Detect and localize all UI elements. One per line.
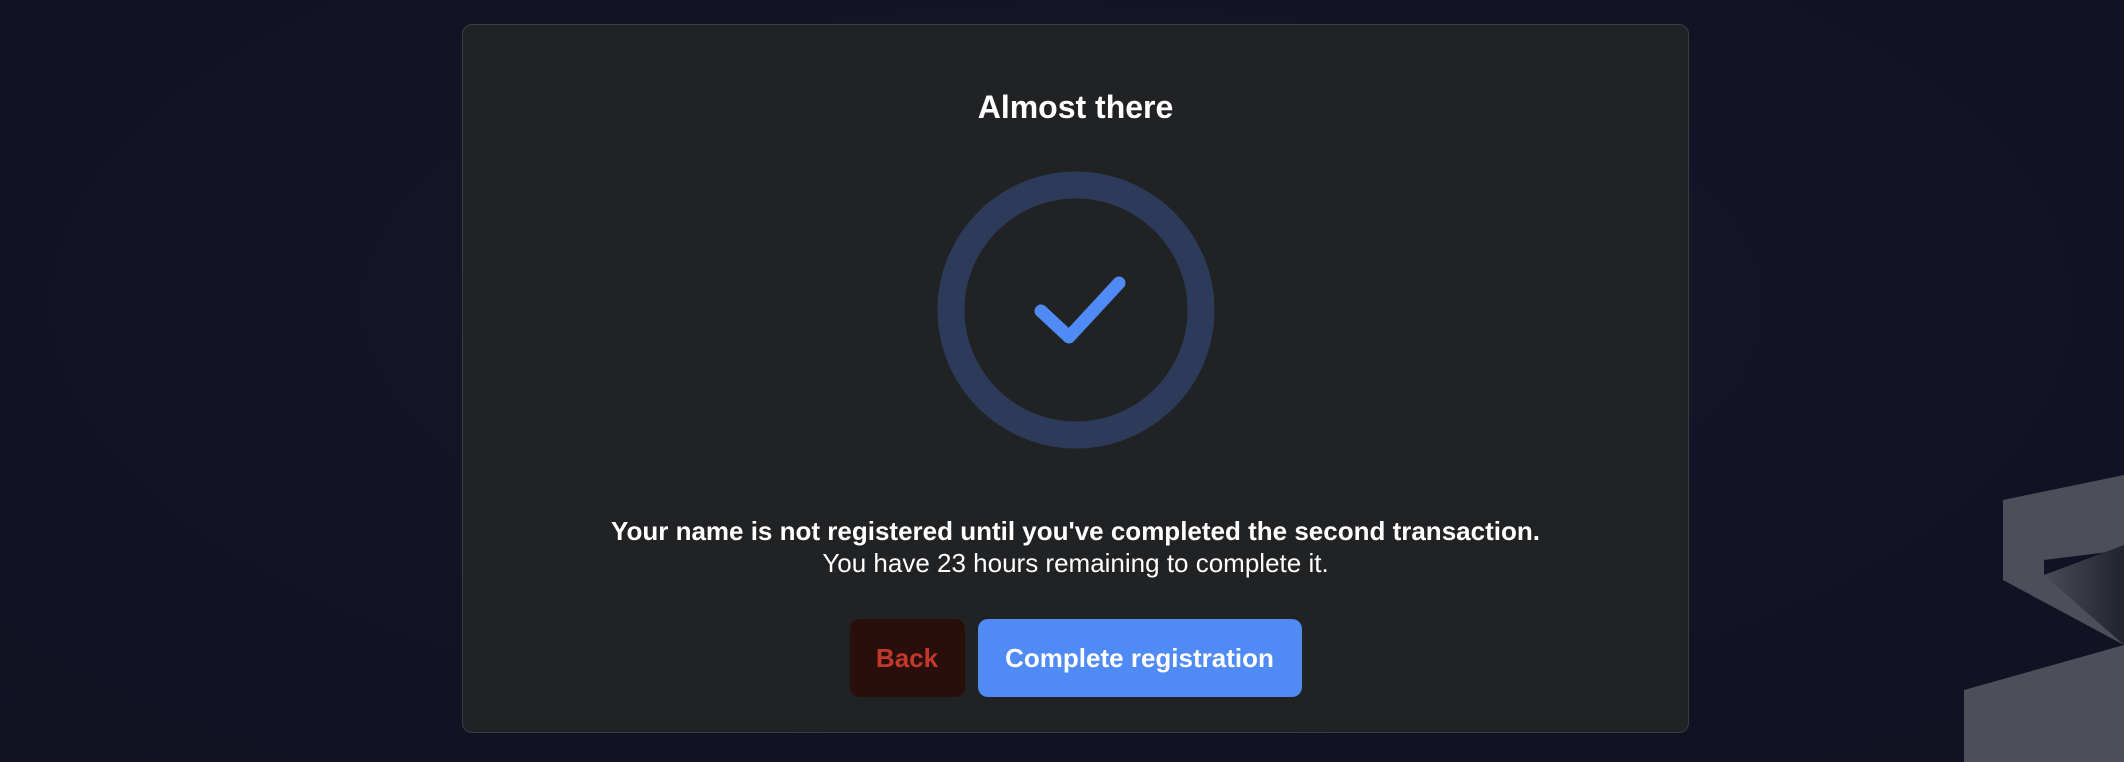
dialog-message: Your name is not registered until you've… (463, 515, 1688, 579)
back-button[interactable]: Back (849, 619, 965, 697)
decorative-logo-shape (1964, 475, 2124, 762)
page-background: Almost there Your name is not registered… (0, 0, 2124, 762)
message-primary: Your name is not registered until you've… (611, 516, 1540, 546)
check-circle-icon (937, 171, 1215, 449)
registration-dialog: Almost there Your name is not registered… (462, 24, 1689, 733)
message-secondary: You have 23 hours remaining to complete … (822, 548, 1329, 578)
dialog-actions: Back Complete registration (463, 619, 1688, 697)
dialog-title: Almost there (977, 89, 1174, 125)
complete-registration-button[interactable]: Complete registration (977, 619, 1302, 697)
